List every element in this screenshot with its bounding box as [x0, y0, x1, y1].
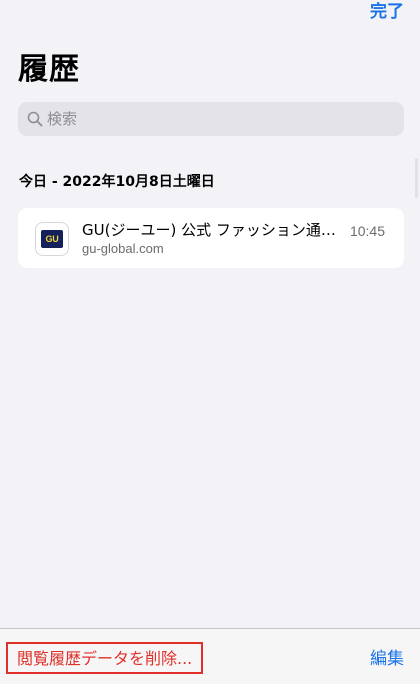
- done-button[interactable]: 完了: [370, 0, 404, 24]
- page-title: 履歴: [18, 52, 80, 87]
- history-list-item[interactable]: GU GU(ジーユー) 公式 ファッション通… gu-global.com 10…: [18, 208, 404, 268]
- scroll-indicator[interactable]: [415, 158, 418, 198]
- history-item-time: 10:45: [349, 223, 385, 239]
- edit-button[interactable]: 編集: [370, 647, 404, 671]
- bottom-toolbar: 閲覧履歴データを削除... 編集: [0, 628, 420, 684]
- search-icon: [27, 111, 43, 127]
- clear-history-button[interactable]: 閲覧履歴データを削除...: [6, 642, 204, 674]
- history-item-title: GU(ジーユー) 公式 ファッション通…: [82, 221, 336, 239]
- history-item-url: gu-global.com: [82, 241, 164, 256]
- section-header-today: 今日 - 2022年10月8日土曜日: [19, 174, 215, 190]
- favicon-logo: GU: [41, 230, 63, 248]
- search-bar[interactable]: [18, 102, 404, 136]
- history-screen: 完了 履歴 今日 - 2022年10月8日土曜日 GU GU(ジーユー) 公式 …: [0, 0, 420, 684]
- search-input[interactable]: [47, 110, 377, 128]
- gu-favicon-icon: GU: [36, 223, 68, 255]
